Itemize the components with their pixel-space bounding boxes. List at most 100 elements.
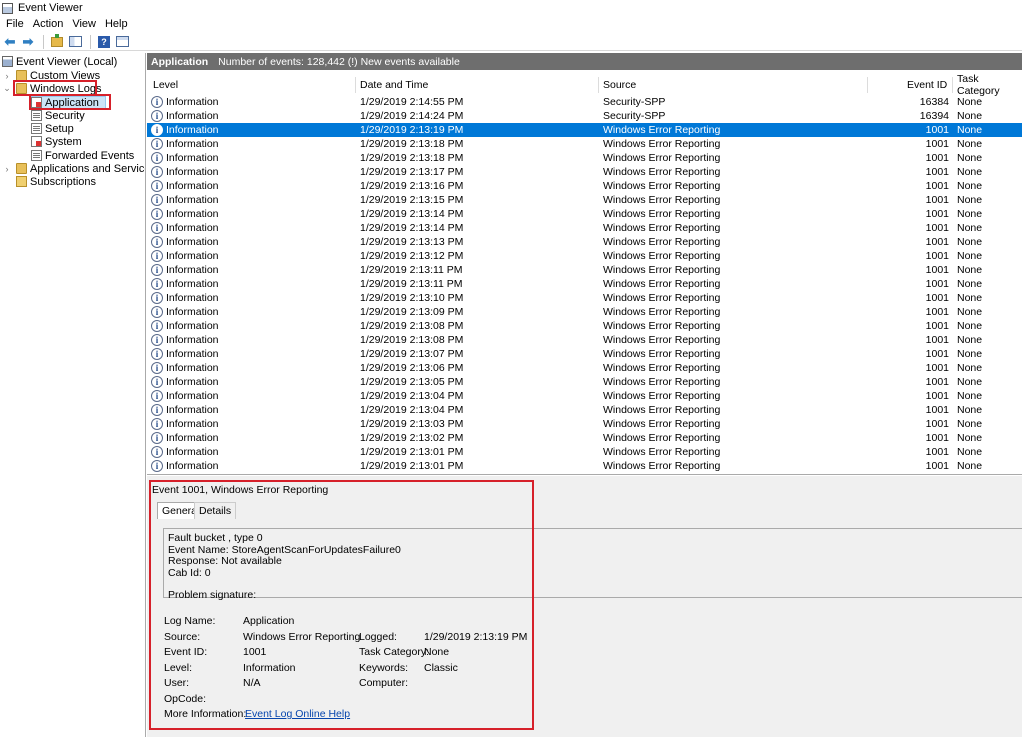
expand-chevron-icon[interactable]: › <box>2 164 12 174</box>
table-row[interactable]: i Information 1/29/2019 2:13:01 PM Windows … <box>147 445 1022 459</box>
table-row[interactable]: i Information 1/29/2019 2:13:11 PM Windows … <box>147 263 1022 277</box>
table-row[interactable]: i Information 1/29/2019 2:13:14 PM Windows … <box>147 221 1022 235</box>
table-row[interactable]: i Information 1/29/2019 2:13:04 PM Windows … <box>147 389 1022 403</box>
cell-task-category: None <box>957 334 983 346</box>
table-row[interactable]: i Information 1/29/2019 2:13:09 PM Windows … <box>147 305 1022 319</box>
table-row[interactable]: i Information 1/29/2019 2:13:11 PM Windows … <box>147 277 1022 291</box>
table-row[interactable]: i Information 1/29/2019 2:13:17 PM Windows … <box>147 165 1022 179</box>
cell-task-category: None <box>957 306 983 318</box>
cell-source: Windows Error Reporting <box>603 348 721 360</box>
events-grid: Level Date and Time Source Event ID Task… <box>147 71 1022 475</box>
cell-datetime: 1/29/2019 2:13:10 PM <box>360 292 464 304</box>
expand-chevron-icon[interactable]: › <box>2 71 12 81</box>
tree-node-subscriptions[interactable]: Subscriptions <box>16 175 96 188</box>
folder-icon <box>16 163 27 174</box>
table-row[interactable]: i Information 1/29/2019 2:13:19 PM Windows … <box>147 123 1022 137</box>
tree-node-system[interactable]: System <box>31 135 82 148</box>
cell-event-id: 1001 <box>925 376 949 388</box>
cell-datetime: 1/29/2019 2:13:18 PM <box>360 152 464 164</box>
column-separator[interactable] <box>355 77 356 93</box>
table-row[interactable]: i Information 1/29/2019 2:13:14 PM Windows … <box>147 207 1022 221</box>
up-folder-button[interactable] <box>49 33 65 50</box>
tree-node-root[interactable]: Event Viewer (Local) <box>2 55 117 68</box>
cell-event-id: 1001 <box>925 418 949 430</box>
cell-task-category: None <box>957 278 983 290</box>
log-icon <box>31 136 42 147</box>
table-row[interactable]: i Information 1/29/2019 2:13:18 PM Windows … <box>147 151 1022 165</box>
table-row[interactable]: i Information 1/29/2019 2:13:08 PM Windows … <box>147 333 1022 347</box>
cell-event-id: 1001 <box>925 264 949 276</box>
show-hide-tree-button[interactable] <box>67 34 83 50</box>
tree-node-apps-services[interactable]: › Applications and Services Lo <box>2 162 146 175</box>
cell-event-id: 1001 <box>925 362 949 374</box>
collapse-chevron-icon[interactable]: ⌄ <box>2 83 12 94</box>
cell-level: Information <box>166 320 219 332</box>
table-row[interactable]: i Information 1/29/2019 2:14:24 PM Security… <box>147 109 1022 123</box>
table-row[interactable]: i Information 1/29/2019 2:13:16 PM Windows … <box>147 179 1022 193</box>
table-row[interactable]: i Information 1/29/2019 2:14:55 PM Security… <box>147 95 1022 109</box>
table-row[interactable]: i Information 1/29/2019 2:13:07 PM Windows … <box>147 347 1022 361</box>
cell-datetime: 1/29/2019 2:13:07 PM <box>360 348 464 360</box>
help-button[interactable]: ? <box>96 34 112 50</box>
table-row[interactable]: i Information 1/29/2019 2:13:18 PM Windows … <box>147 137 1022 151</box>
information-icon: i <box>151 110 163 122</box>
cell-level: Information <box>166 180 219 192</box>
tree-node-system-label: System <box>45 135 82 148</box>
column-separator[interactable] <box>598 77 599 93</box>
cell-event-id: 1001 <box>925 180 949 192</box>
event-detail-pane: Event 1001, Windows Error Reporting Gene… <box>147 476 1022 737</box>
table-row[interactable]: i Information 1/29/2019 2:13:03 PM Windows … <box>147 417 1022 431</box>
table-row[interactable]: i Information 1/29/2019 2:13:02 PM Windows … <box>147 431 1022 445</box>
menu-help[interactable]: Help <box>105 18 128 30</box>
table-row[interactable]: i Information 1/29/2019 2:13:10 PM Windows … <box>147 291 1022 305</box>
information-icon: i <box>151 278 163 290</box>
cell-level: Information <box>166 110 219 122</box>
log-icon <box>31 110 42 121</box>
column-header-source[interactable]: Source <box>603 77 636 93</box>
cell-level: Information <box>166 446 219 458</box>
table-row[interactable]: i Information 1/29/2019 2:13:13 PM Windows … <box>147 235 1022 249</box>
table-row[interactable]: i Information 1/29/2019 2:13:12 PM Windows … <box>147 249 1022 263</box>
table-row[interactable]: i Information 1/29/2019 2:13:04 PM Windows … <box>147 403 1022 417</box>
console-tree-icon <box>68 36 82 47</box>
information-icon: i <box>151 208 163 220</box>
column-header-level[interactable]: Level <box>153 77 178 93</box>
tree-node-forwarded-events[interactable]: Forwarded Events <box>31 149 134 162</box>
forward-arrow-icon[interactable]: ➡ <box>20 34 36 50</box>
table-row[interactable]: i Information 1/29/2019 2:13:15 PM Windows … <box>147 193 1022 207</box>
column-separator[interactable] <box>867 77 868 93</box>
menu-action[interactable]: Action <box>33 18 64 30</box>
cell-source: Windows Error Reporting <box>603 362 721 374</box>
tree-node-subscriptions-label: Subscriptions <box>30 175 97 188</box>
show-hide-action-pane-button[interactable] <box>114 34 130 50</box>
information-icon: i <box>151 362 163 374</box>
table-row[interactable]: i Information 1/29/2019 2:13:06 PM Windows … <box>147 361 1022 375</box>
cell-event-id: 1001 <box>925 194 949 206</box>
cell-datetime: 1/29/2019 2:13:14 PM <box>360 208 464 220</box>
tree-node-apps-services-label: Applications and Services Lo <box>30 162 145 175</box>
information-icon: i <box>151 348 163 360</box>
table-row[interactable]: i Information 1/29/2019 2:13:08 PM Windows … <box>147 319 1022 333</box>
table-row[interactable]: i Information 1/29/2019 2:13:01 PM Windows … <box>147 459 1022 473</box>
information-icon: i <box>151 460 163 472</box>
cell-datetime: 1/29/2019 2:13:03 PM <box>360 418 464 430</box>
information-icon: i <box>151 404 163 416</box>
column-header-event-id[interactable]: Event ID <box>907 77 947 93</box>
back-arrow-icon[interactable]: ⬅ <box>2 34 18 50</box>
cell-task-category: None <box>957 222 983 234</box>
menu-view[interactable]: View <box>72 18 96 30</box>
cell-task-category: None <box>957 110 983 122</box>
cell-event-id: 1001 <box>925 124 949 136</box>
cell-level: Information <box>166 222 219 234</box>
tree-node-security-label: Security <box>45 109 85 122</box>
cell-task-category: None <box>957 124 983 136</box>
table-row[interactable]: i Information 1/29/2019 2:13:05 PM Windows … <box>147 375 1022 389</box>
tree-node-setup[interactable]: Setup <box>31 122 74 135</box>
cell-level: Information <box>166 334 219 346</box>
column-header-task-category[interactable]: Task Category <box>957 73 1022 97</box>
column-header-datetime[interactable]: Date and Time <box>360 77 428 93</box>
menu-file[interactable]: File <box>6 18 24 30</box>
cell-level: Information <box>166 96 219 108</box>
column-separator[interactable] <box>952 77 953 93</box>
tree-node-security[interactable]: Security <box>31 109 85 122</box>
